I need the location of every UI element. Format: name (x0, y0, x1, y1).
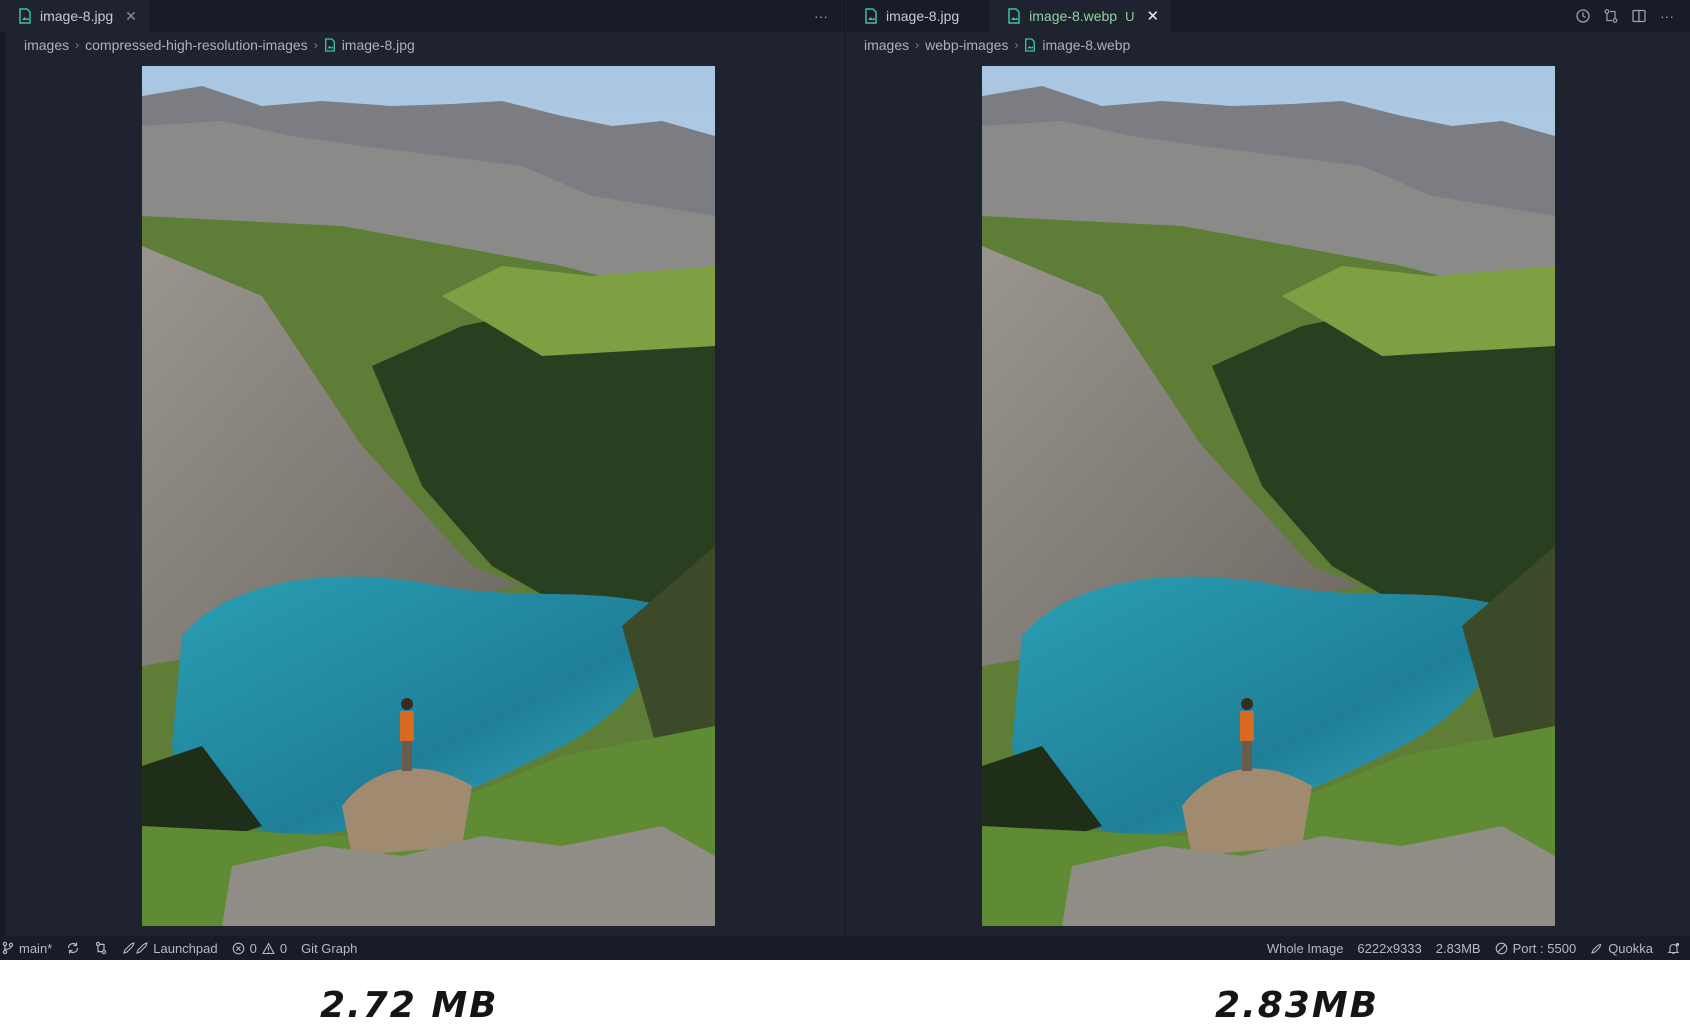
split-editor-icon[interactable] (1630, 7, 1648, 25)
warning-icon (261, 941, 275, 955)
split-divider[interactable] (845, 32, 846, 936)
chevron-right-icon: › (915, 38, 920, 52)
image-file-icon (1024, 38, 1036, 52)
tab-label: image-8.webp (1029, 8, 1118, 24)
webp-size-annotation: 2.83MB (1215, 985, 1380, 1026)
left-tab-bar: image-8.jpg ✕ ··· (0, 0, 845, 32)
image-file-icon (324, 38, 336, 52)
breadcrumb-item[interactable]: images (24, 37, 69, 53)
right-tab-actions: ··· (1574, 0, 1690, 32)
sync-icon (66, 941, 80, 955)
quokka-label: Quokka (1608, 940, 1653, 956)
git-graph-label: Git Graph (301, 940, 358, 956)
close-icon[interactable]: ✕ (1146, 7, 1159, 25)
launchpad-button[interactable]: Launchpad (115, 941, 224, 956)
chevron-right-icon: › (313, 38, 318, 52)
rocket-icon (122, 941, 148, 955)
dimensions-label: 6222x9333 (1357, 940, 1422, 956)
whole-image-label: Whole Image (1266, 940, 1344, 956)
branch-label: main* (19, 940, 53, 956)
editor-area: image-8.jpg ✕ ··· image-8.jpg image-8.we… (0, 0, 1690, 936)
zoom-mode-indicator[interactable]: Whole Image (1260, 941, 1351, 956)
close-icon[interactable]: ✕ (125, 8, 137, 25)
quokka-icon (1590, 942, 1603, 955)
quokka-button[interactable]: Quokka (1583, 941, 1660, 956)
more-actions-icon[interactable]: ··· (812, 7, 830, 25)
breadcrumb-item[interactable]: image-8.webp (1042, 37, 1130, 53)
breadcrumb: images › compressed-high-resolution-imag… (24, 32, 415, 58)
file-size-label: 2.83MB (1435, 940, 1481, 956)
breadcrumb-item[interactable]: compressed-high-resolution-images (85, 37, 308, 53)
chevron-right-icon: › (1014, 38, 1019, 52)
git-actions-button[interactable] (87, 941, 115, 955)
compare-changes-icon[interactable] (1602, 7, 1620, 25)
breadcrumb-item[interactable]: webp-images (925, 37, 1008, 53)
breadcrumb-item[interactable]: images (864, 37, 909, 53)
notifications-button[interactable] (1660, 942, 1690, 955)
tab-label: image-8.jpg (886, 8, 960, 24)
sync-button[interactable] (59, 941, 87, 955)
tab-image-8-jpg-right[interactable]: image-8.jpg (846, 0, 971, 32)
image-file-icon (18, 8, 32, 24)
image-file-size: 2.83MB (1429, 941, 1488, 956)
live-server-port[interactable]: Port : 5500 (1488, 941, 1584, 956)
error-count: 0 (249, 940, 257, 956)
image-dimensions: 6222x9333 (1350, 941, 1428, 956)
problems-indicator[interactable]: 0 0 (225, 941, 294, 956)
status-bar-right: Whole Image 6222x9333 2.83MB Port : 5500… (1260, 941, 1690, 956)
more-actions-icon[interactable]: ··· (1658, 7, 1676, 25)
right-tab-bar: image-8.jpg image-8.webp U ✕ ··· (846, 0, 1690, 32)
left-gutter (0, 32, 6, 936)
tab-image-8-webp[interactable]: image-8.webp U ✕ (989, 0, 1172, 32)
status-bar: main* Launchpad 0 0 Git Graph Whole Imag… (0, 936, 1690, 960)
branch-indicator[interactable]: main* (0, 941, 59, 956)
warning-count: 0 (279, 940, 288, 956)
error-icon (232, 942, 245, 955)
breadcrumb-item[interactable]: image-8.jpg (342, 37, 415, 53)
git-branch-icon (2, 941, 14, 955)
port-label: Port : 5500 (1512, 940, 1577, 956)
left-tab-actions: ··· (812, 0, 844, 32)
timeline-history-icon[interactable] (1574, 7, 1592, 25)
image-preview-webp[interactable] (982, 66, 1555, 926)
image-file-icon (864, 8, 878, 24)
tab-image-8-jpg-left[interactable]: image-8.jpg ✕ (0, 0, 149, 32)
chevron-right-icon: › (75, 38, 80, 52)
git-compare-icon (94, 941, 108, 955)
jpg-size-annotation: 2.72 MB (320, 985, 499, 1026)
launchpad-label: Launchpad (153, 940, 218, 956)
untracked-status-badge: U (1125, 8, 1135, 24)
tab-label: image-8.jpg (40, 8, 114, 24)
breadcrumb: images › webp-images › image-8.webp (864, 32, 1130, 58)
broadcast-off-icon (1495, 942, 1508, 955)
image-preview-jpg[interactable] (142, 66, 715, 926)
bell-icon (1667, 942, 1680, 955)
git-graph-button[interactable]: Git Graph (294, 941, 364, 956)
image-file-icon (1007, 8, 1021, 24)
